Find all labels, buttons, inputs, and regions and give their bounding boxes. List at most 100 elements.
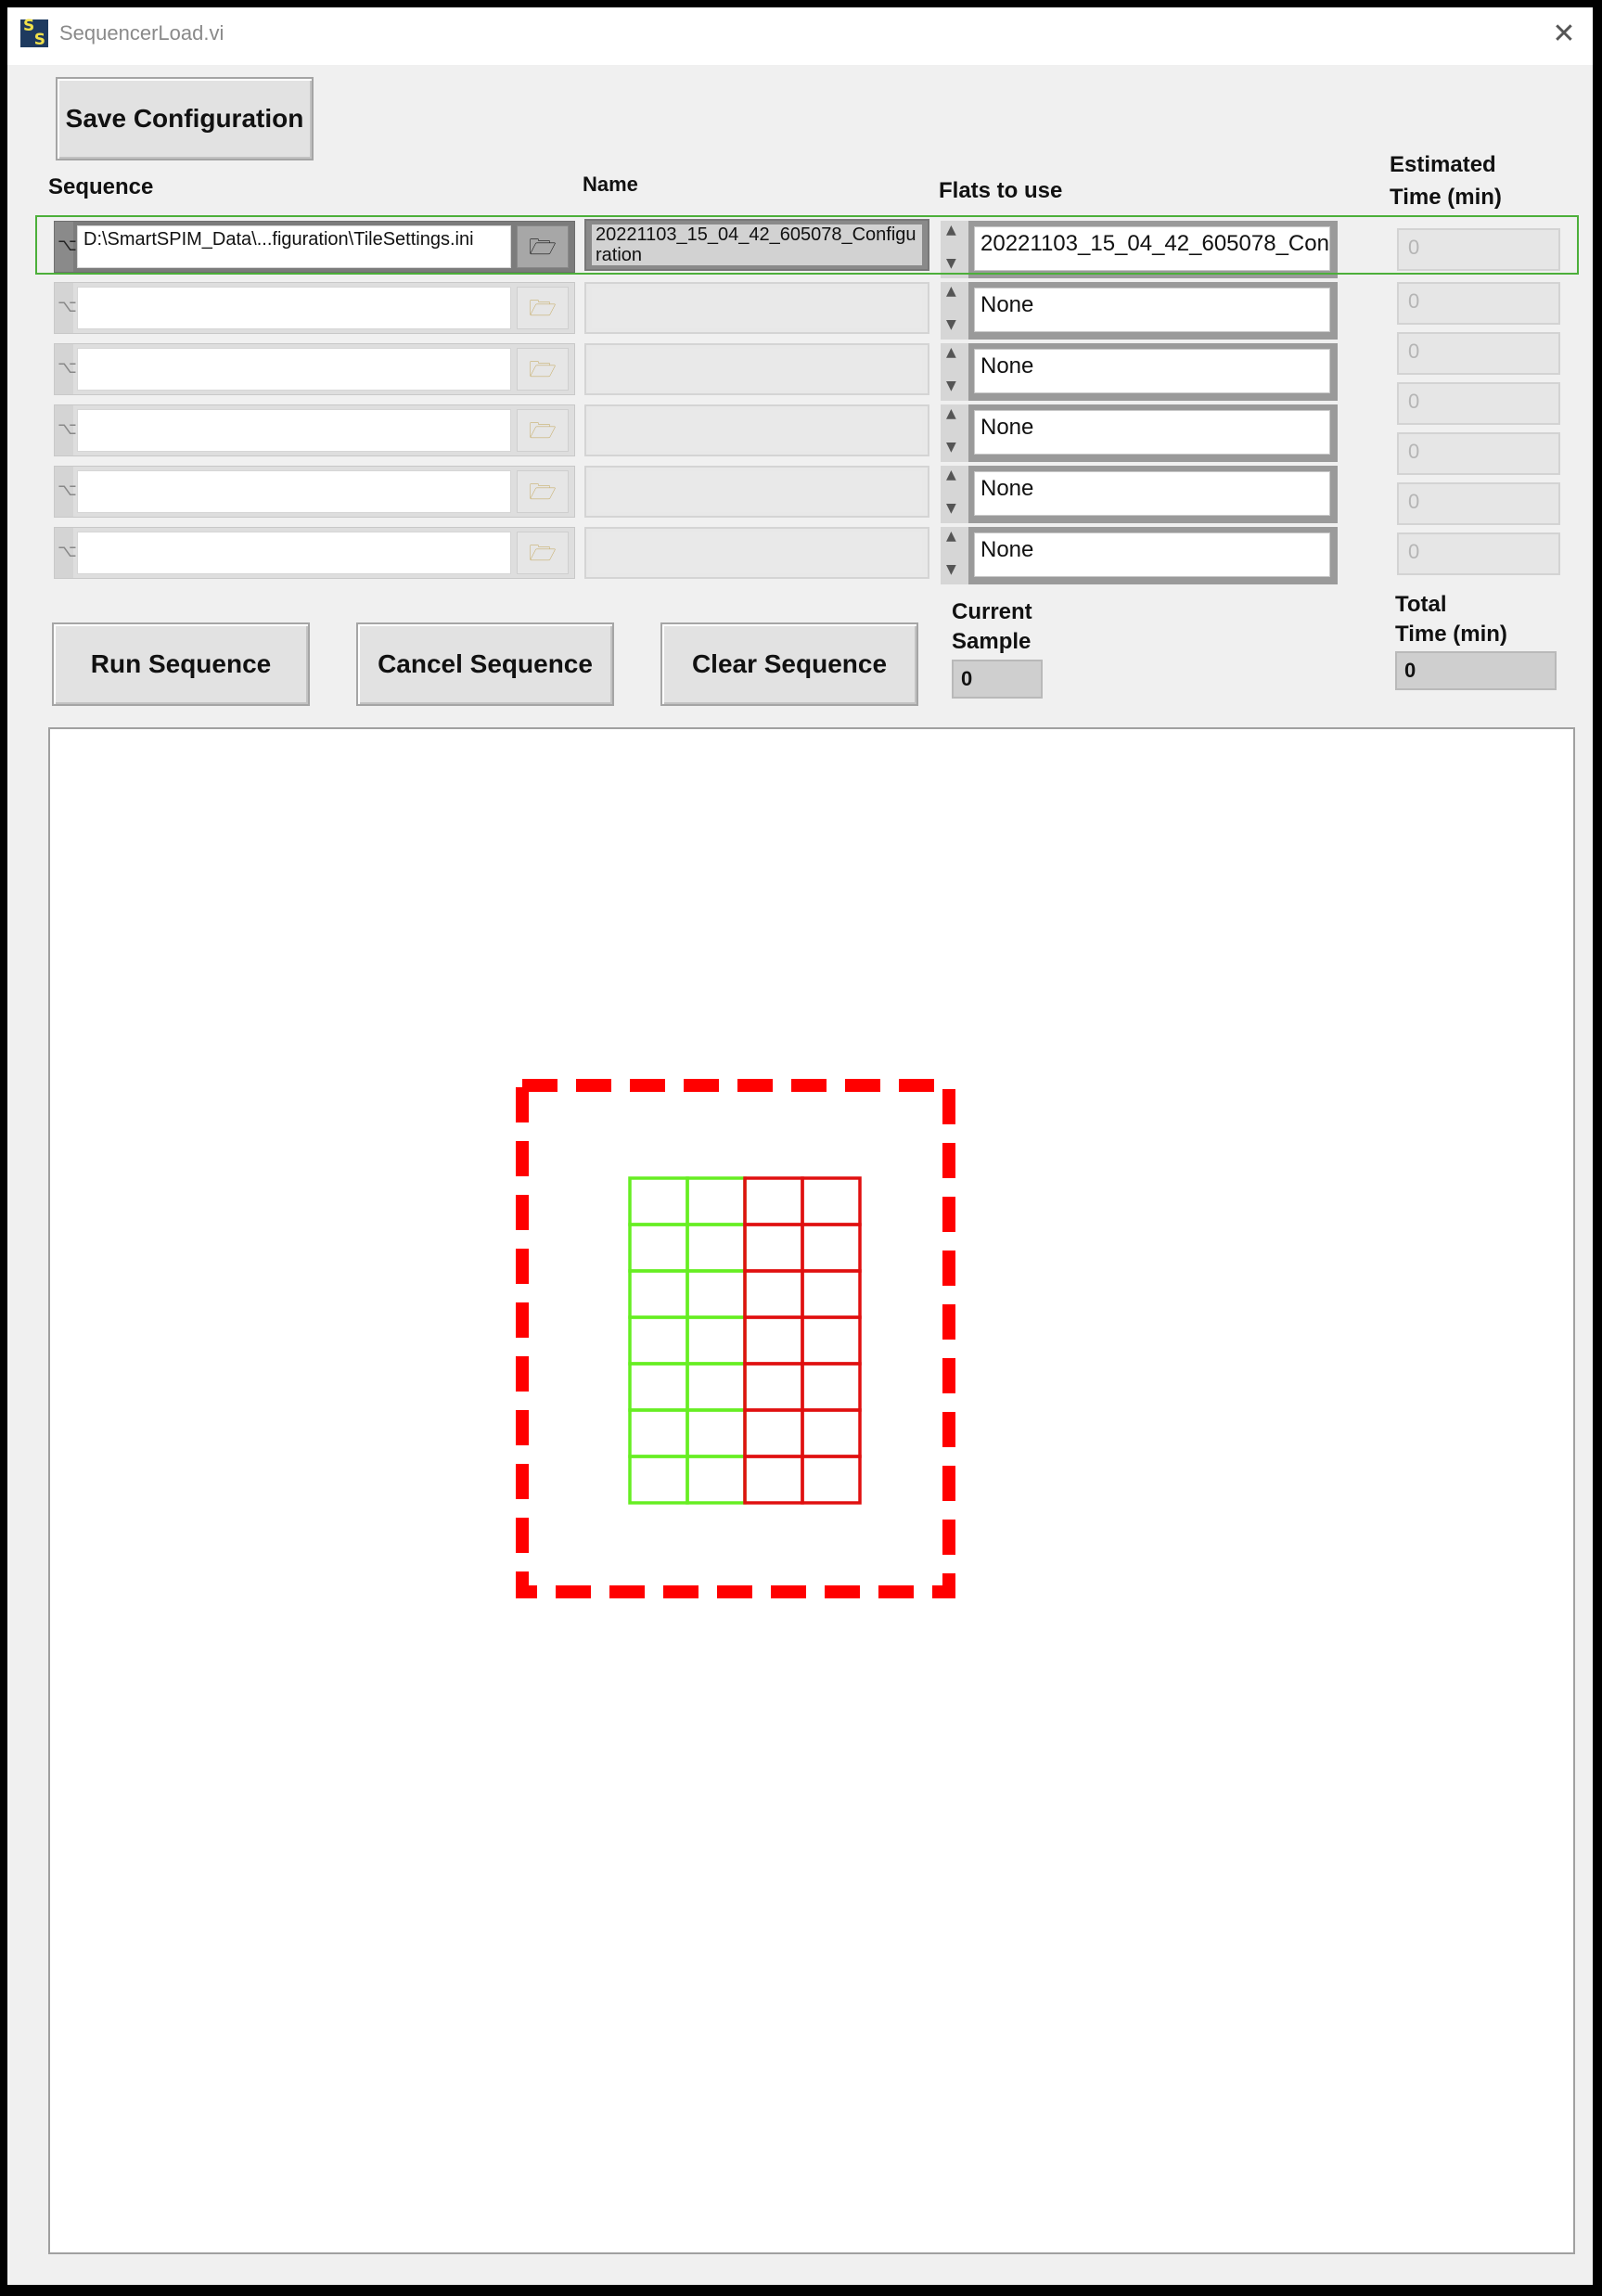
- name-column-label: Name: [583, 173, 638, 196]
- sequence-path-input-2[interactable]: [77, 287, 511, 329]
- tile-1-6: [686, 1455, 747, 1505]
- app-logo-icon: S S: [20, 19, 48, 48]
- sequence-path-control-5: ⌥ 🗁: [54, 466, 575, 518]
- clear-sequence-button[interactable]: Clear Sequence: [660, 622, 918, 706]
- flats-column-label: Flats to use: [939, 178, 1063, 203]
- increment-arrow-icon[interactable]: ▲: [946, 284, 956, 299]
- tile-2-4: [743, 1362, 804, 1412]
- tile-0-0: [628, 1176, 689, 1226]
- total-time-label: Total Time (min): [1395, 592, 1507, 647]
- current-sample-label: Current Sample: [952, 599, 1032, 654]
- folder-open-icon[interactable]: 🗁: [517, 287, 569, 329]
- tile-3-3: [801, 1315, 862, 1366]
- flats-ring-value-5[interactable]: None: [974, 471, 1330, 516]
- sequence-name-text-5: [592, 471, 922, 512]
- tile-map-display[interactable]: [48, 727, 1575, 2254]
- sequence-name-text-2: [592, 288, 922, 328]
- estimated-time-indicator-2: 0: [1397, 282, 1560, 325]
- path-grip-icon[interactable]: ⌥: [55, 405, 77, 455]
- tile-3-2: [801, 1269, 862, 1319]
- flats-ring-value-4[interactable]: None: [974, 410, 1330, 455]
- tile-1-0: [686, 1176, 747, 1226]
- decrement-arrow-icon[interactable]: ▼: [946, 501, 956, 516]
- sequence-path-input-3[interactable]: [77, 348, 511, 391]
- tile-1-2: [686, 1269, 747, 1319]
- path-grip-icon[interactable]: ⌥: [55, 283, 77, 333]
- save-configuration-button[interactable]: Save Configuration: [56, 77, 314, 160]
- decrement-arrow-icon[interactable]: ▼: [946, 440, 956, 455]
- tile-grid: [628, 1176, 862, 1505]
- increment-arrow-icon[interactable]: ▲: [946, 345, 956, 360]
- decrement-arrow-icon[interactable]: ▼: [946, 378, 956, 393]
- flats-ring-2[interactable]: ▲ ▼ None: [941, 282, 1338, 340]
- flats-ring-3[interactable]: ▲ ▼ None: [941, 343, 1338, 401]
- tile-0-2: [628, 1269, 689, 1319]
- tile-2-0: [743, 1176, 804, 1226]
- sequence-path-input-5[interactable]: [77, 470, 511, 513]
- tile-0-1: [628, 1223, 689, 1273]
- flats-ring-4[interactable]: ▲ ▼ None: [941, 404, 1338, 462]
- tile-1-1: [686, 1223, 747, 1273]
- flats-ring-5[interactable]: ▲ ▼ None: [941, 466, 1338, 523]
- sequence-name-text-3: [592, 349, 922, 390]
- close-icon[interactable]: ✕: [1548, 19, 1580, 50]
- sequence-name-text-4: [592, 410, 922, 451]
- decrement-arrow-icon[interactable]: ▼: [946, 562, 956, 577]
- flats-ring-value-6[interactable]: None: [974, 532, 1330, 577]
- flats-ring-value-2[interactable]: None: [974, 288, 1330, 332]
- sequence-path-control-2: ⌥ 🗁: [54, 282, 575, 334]
- run-sequence-button[interactable]: Run Sequence: [52, 622, 310, 706]
- sequence-path-input-4[interactable]: [77, 409, 511, 452]
- tile-2-3: [743, 1315, 804, 1366]
- tile-1-5: [686, 1408, 747, 1458]
- total-time-indicator: 0: [1395, 651, 1557, 690]
- estimated-time-label: Estimated Time (min): [1390, 152, 1502, 210]
- window-title: SequencerLoad.vi: [59, 21, 224, 45]
- sequence-path-input-6[interactable]: [77, 532, 511, 574]
- flats-ring-value-3[interactable]: None: [974, 349, 1330, 393]
- increment-arrow-icon[interactable]: ▲: [946, 529, 956, 544]
- increment-arrow-icon[interactable]: ▲: [946, 406, 956, 421]
- tile-0-6: [628, 1455, 689, 1505]
- tile-map-svg: [516, 1079, 955, 1598]
- tile-2-2: [743, 1269, 804, 1319]
- path-grip-icon[interactable]: ⌥: [55, 467, 77, 517]
- tile-3-5: [801, 1408, 862, 1458]
- sequence-path-control-4: ⌥ 🗁: [54, 404, 575, 456]
- cancel-sequence-button[interactable]: Cancel Sequence: [356, 622, 614, 706]
- path-grip-icon[interactable]: ⌥: [55, 528, 77, 578]
- folder-open-icon[interactable]: 🗁: [517, 409, 569, 452]
- sequence-column-label: Sequence: [48, 174, 154, 199]
- sequencer-window: S S SequencerLoad.vi ✕ Save Configuratio…: [7, 7, 1593, 2285]
- tile-3-0: [801, 1176, 862, 1226]
- folder-open-icon[interactable]: 🗁: [517, 470, 569, 513]
- estimated-time-indicator-7: 0: [1397, 532, 1560, 575]
- tile-2-6: [743, 1455, 804, 1505]
- sequence-name-indicator-3: [584, 343, 929, 395]
- current-sample-indicator: 0: [952, 660, 1043, 699]
- tile-1-3: [686, 1315, 747, 1366]
- title-bar: S S SequencerLoad.vi ✕: [7, 7, 1593, 65]
- active-row-highlight: [35, 215, 1579, 275]
- path-grip-icon[interactable]: ⌥: [55, 344, 77, 394]
- sequence-path-control-3: ⌥ 🗁: [54, 343, 575, 395]
- increment-arrow-icon[interactable]: ▲: [946, 468, 956, 482]
- flats-ring-6[interactable]: ▲ ▼ None: [941, 527, 1338, 584]
- decrement-arrow-icon[interactable]: ▼: [946, 317, 956, 332]
- sequence-path-control-6: ⌥ 🗁: [54, 527, 575, 579]
- tile-0-5: [628, 1408, 689, 1458]
- folder-open-icon[interactable]: 🗁: [517, 532, 569, 574]
- tile-2-1: [743, 1223, 804, 1273]
- sequence-name-text-6: [592, 532, 922, 573]
- sequence-name-indicator-4: [584, 404, 929, 456]
- estimated-time-indicator-5: 0: [1397, 432, 1560, 475]
- sequence-name-indicator-2: [584, 282, 929, 334]
- folder-open-icon[interactable]: 🗁: [517, 348, 569, 391]
- tile-1-4: [686, 1362, 747, 1412]
- sequence-name-indicator-5: [584, 466, 929, 518]
- estimated-time-indicator-4: 0: [1397, 382, 1560, 425]
- tile-3-6: [801, 1455, 862, 1505]
- tile-3-1: [801, 1223, 862, 1273]
- estimated-time-indicator-3: 0: [1397, 332, 1560, 375]
- tile-2-5: [743, 1408, 804, 1458]
